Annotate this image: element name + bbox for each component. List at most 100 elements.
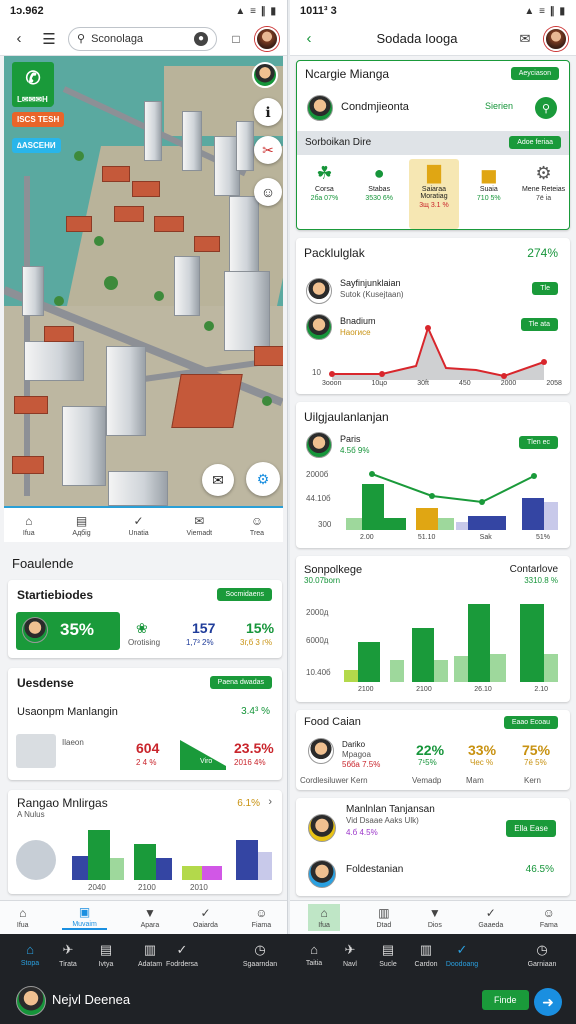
tab-label: Fama <box>539 922 558 929</box>
clock-icon: ◷ <box>536 942 548 957</box>
package-row1-button[interactable]: Tle <box>532 282 558 295</box>
manager-card-button[interactable]: Aeycіason <box>510 67 559 80</box>
tab-0[interactable]: ⌂ Ifua <box>308 904 340 931</box>
map-chip-blue[interactable]: ∆ASCEHИ <box>12 138 61 153</box>
right-screen: 1011³ 3 ▲ ≡ ∥ ▮ ‹ Sodada Iooga ✉ Ncargie… <box>290 0 576 934</box>
tab-4[interactable]: ☺ Trea <box>250 514 264 537</box>
stats-highlight[interactable]: 35% <box>16 612 120 650</box>
tab-1[interactable]: ▥ Dtad <box>376 906 391 929</box>
tab-0[interactable]: ⌂ Ifua <box>17 906 29 929</box>
tab-3[interactable]: ✉ Viemadt <box>187 514 213 537</box>
city-map[interactable]: ✆ L✉✉✉H ISCS TESH ∆ASCEHИ ℹ ✂ ☺ ✉ ⚙ <box>4 56 283 506</box>
status-time: 1011³ 3 <box>300 5 337 17</box>
person-avatar <box>22 617 48 643</box>
tab-2[interactable]: ✓ Unatia <box>128 514 148 537</box>
map-roof <box>14 396 48 414</box>
settings-icon[interactable]: ⚙ <box>246 462 280 496</box>
map-chip-orange[interactable]: ISCS TESH <box>12 112 65 127</box>
team-row1-name: Manlnlan Tanjansan <box>346 804 435 815</box>
map-roof <box>171 374 243 428</box>
tab-4[interactable]: ☺ Fiama <box>252 906 271 929</box>
nav-item-11[interactable]: ◷ Garniaan <box>520 942 564 968</box>
stats-card: Startiebiodes Socmidaens 35% ❀ Orotising… <box>8 580 282 658</box>
category-item[interactable]: ☘ Corsa 2ба 07% <box>299 159 349 229</box>
avatar[interactable] <box>255 26 279 51</box>
map-avatar[interactable] <box>252 62 278 88</box>
category-item[interactable]: ⚙ Mene Reteias 7ё іа <box>519 159 569 229</box>
tab-1[interactable]: ▤ Aдбig <box>72 514 90 537</box>
food-card: Food Caian Eaao Ecoau Dariko Mpagoa 5бба… <box>296 710 570 790</box>
map-roof <box>44 326 74 342</box>
x-tick: 450 <box>459 380 471 387</box>
tab-2[interactable]: ▼ Apara <box>141 906 160 929</box>
avatar[interactable] <box>544 26 568 51</box>
map-roof <box>114 206 144 222</box>
nav-label: Sgaarndan <box>242 961 278 968</box>
chevron-right-icon[interactable]: › <box>268 796 272 808</box>
manager-badge: Sierien <box>485 101 514 111</box>
home-icon: ⌂ <box>25 513 33 528</box>
tab-1[interactable]: ▣ Muvaim <box>62 905 107 930</box>
grid-icon: ▤ <box>75 513 88 528</box>
action-button[interactable]: Finde <box>482 990 529 1010</box>
package-card-percent: 274% <box>527 246 558 260</box>
food-card-button[interactable]: Eaao Ecoau <box>503 716 558 729</box>
search-icon[interactable]: ⚲ <box>535 97 557 119</box>
trend-item-sub: 4.5б 9% <box>340 446 370 455</box>
map-roof <box>254 346 283 366</box>
category-item[interactable]: ▇ Saiaraa Moratiag 3щ 3.1 % <box>408 159 459 229</box>
bus-image <box>16 734 56 768</box>
nav-item-10[interactable]: ✓ Doodoang <box>440 942 484 968</box>
category-item[interactable]: ● Stabas 3530 6% <box>354 159 404 229</box>
tab-3[interactable]: ✓ Oaiarda <box>193 906 218 929</box>
tab-label: Ifua <box>16 922 29 929</box>
usage-card-button[interactable]: Paena dwadas <box>209 676 272 689</box>
category-item[interactable]: ▅ Suaia 710 5% <box>464 159 514 229</box>
manager-band: Sorboikan Dire Adoe feriaa <box>297 131 569 155</box>
profile-icon[interactable]: ☺ <box>254 178 282 206</box>
nav-label: Fodrdersa <box>166 961 198 968</box>
stats-card-button[interactable]: Socmidaens <box>217 588 272 601</box>
bar <box>390 660 404 682</box>
mail-icon[interactable]: ✉ <box>514 28 536 50</box>
usage-row-label: Ilaeon <box>62 738 84 747</box>
nav-item-2[interactable]: ▤ Ivtya <box>84 942 128 968</box>
nav-item-4[interactable]: ✓ Fodrdersa <box>160 942 204 968</box>
bar <box>344 670 358 682</box>
category-value: 710 5% <box>476 195 501 202</box>
menu-icon[interactable]: ☰ <box>38 28 60 50</box>
map-tree <box>154 291 164 301</box>
arrow-right-icon[interactable]: ➜ <box>534 988 562 1016</box>
tab-4[interactable]: ☺ Fama <box>540 906 558 929</box>
tab-0[interactable]: ⌂ Ifua <box>23 514 35 537</box>
scissors-icon[interactable]: ✂ <box>254 136 282 164</box>
chat-bubble-icon[interactable]: ✉ <box>202 464 234 496</box>
trend-card-button[interactable]: Tlen ес <box>519 436 558 449</box>
usage-ramp-label: Viro <box>200 758 213 765</box>
map-chip-phone[interactable]: L✉✉✉H <box>12 92 53 107</box>
back-icon[interactable]: ‹ <box>298 28 320 50</box>
map-tree <box>262 396 272 406</box>
nav-item-5[interactable]: ◷ Sgaarndan <box>238 942 282 968</box>
search-input[interactable]: ⚲ Sconolaga ● <box>68 26 217 51</box>
tab-2[interactable]: ▼ Dios <box>428 906 442 929</box>
food-card-title: Food Caian <box>304 716 361 728</box>
bar <box>520 604 544 682</box>
package-card-title: Packlulglak <box>304 246 365 260</box>
info-icon[interactable]: ℹ <box>254 98 282 126</box>
tab-3[interactable]: ✓ Gaaeda <box>478 906 503 929</box>
stats-item-label: Orotising <box>128 638 161 647</box>
square-icon[interactable]: □ <box>225 28 247 50</box>
category-name: Suaia <box>479 186 498 193</box>
bus-image <box>16 840 56 880</box>
back-icon[interactable]: ‹ <box>8 28 30 50</box>
food-value-3: 75% <box>522 742 551 758</box>
x-tick: 51% <box>535 534 550 541</box>
manager-band-button[interactable]: Adoe feriaa <box>509 136 561 149</box>
team-row1-button[interactable]: Ella Ease <box>506 820 556 837</box>
home-icon: ⌂ <box>310 942 318 957</box>
user-avatar[interactable] <box>16 986 46 1016</box>
y-tick: 10.40б <box>306 668 331 677</box>
mic-icon[interactable]: ● <box>194 31 208 46</box>
map-tree <box>74 151 84 161</box>
